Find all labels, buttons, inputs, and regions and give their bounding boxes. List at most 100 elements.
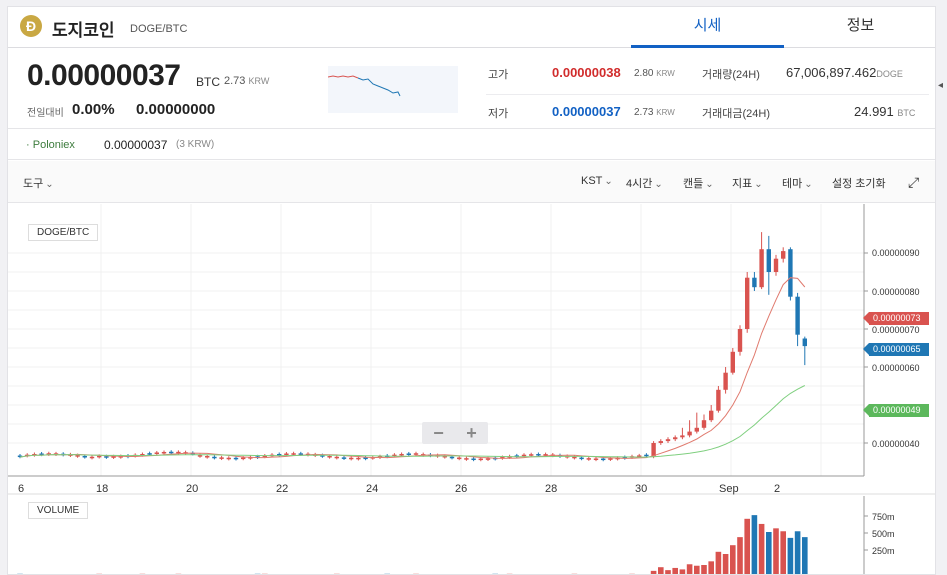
volume-bar	[701, 565, 707, 574]
candle-body	[399, 453, 404, 456]
exchange-name: · Poloniex	[26, 139, 75, 151]
volume-unit: DOGE	[876, 69, 903, 79]
candle-body	[104, 456, 109, 458]
zoom-out-button[interactable]: −	[422, 422, 455, 444]
low-krw-value: 2.73	[634, 107, 654, 118]
x-tick: 28	[545, 483, 558, 495]
price-tag-red: 0.00000073	[863, 312, 929, 325]
candle-body	[284, 453, 289, 456]
y-tick: 0.00000040	[872, 439, 920, 449]
candle-body	[737, 329, 743, 352]
candle-body	[781, 251, 786, 259]
candle-body	[536, 454, 541, 456]
low-krw: 2.73 KRW	[634, 107, 675, 118]
doge-coin-icon: Đ	[20, 15, 42, 37]
candle-body	[788, 249, 793, 297]
candle-body	[716, 389, 721, 411]
candle-body	[680, 435, 685, 438]
volume-bar	[744, 518, 750, 574]
volume-bar	[730, 545, 736, 574]
side-arrow-icon[interactable]: ◂	[938, 80, 947, 91]
candle-body	[241, 457, 246, 460]
candle-body	[572, 456, 577, 459]
high-krw: 2.80 KRW	[634, 68, 675, 79]
x-tick: 20	[186, 483, 199, 495]
candle-body	[349, 457, 354, 460]
candle-body	[644, 454, 649, 457]
x-tick: Sep	[719, 483, 739, 495]
change-label: 전일대비	[27, 108, 64, 119]
tab-market[interactable]: 시세	[631, 7, 784, 48]
fullscreen-icon[interactable]: ⤢	[908, 174, 919, 191]
candle-body	[701, 420, 707, 428]
high-krw-value: 2.80	[634, 68, 654, 79]
volume-bar	[650, 570, 657, 574]
candle-body	[169, 451, 174, 454]
volume-tick: 500m	[872, 529, 895, 539]
timezone-dropdown[interactable]: KST	[581, 175, 613, 187]
candle-body	[205, 455, 210, 458]
candle-body	[579, 457, 584, 460]
exchange-row[interactable]: · Poloniex 0.00000037 (3 KRW)	[8, 130, 935, 160]
y-tick: 0.00000060	[872, 363, 920, 373]
interval-dropdown[interactable]: 4시간	[626, 175, 663, 191]
stat-divider	[486, 94, 929, 95]
candle-body	[759, 249, 764, 288]
coin-header: Đ 도지코인 DOGE/BTC 시세 정보	[8, 7, 935, 48]
price-unit: BTC	[196, 75, 220, 89]
volume-bar	[802, 537, 808, 574]
tab-info[interactable]: 정보	[784, 7, 935, 48]
indicator-dropdown[interactable]: 지표	[732, 175, 763, 191]
volume-bar	[773, 528, 779, 574]
candle-body	[176, 451, 181, 454]
candle-body	[161, 451, 167, 454]
volume-bar	[686, 564, 693, 574]
candle-body	[709, 410, 714, 421]
theme-dropdown[interactable]: 테마	[782, 175, 813, 191]
candle-body	[75, 455, 80, 457]
exchange-krw: (3 KRW)	[176, 139, 215, 150]
high-value: 0.00000038	[552, 65, 621, 80]
price-krw: 2.73 KRW	[224, 75, 269, 87]
tools-dropdown[interactable]: 도구	[23, 175, 54, 191]
candle-body	[154, 452, 159, 454]
candle-body	[485, 458, 491, 460]
x-tick: 18	[96, 483, 109, 495]
zoom-controls: − +	[422, 422, 488, 444]
price-summary: 0.00000037 BTC 2.73 KRW 전일대비 0.00% 0.000…	[8, 49, 935, 129]
zoom-in-button[interactable]: +	[455, 422, 488, 444]
volume-bar	[722, 554, 729, 574]
candle-body	[233, 457, 239, 460]
volume-bar	[658, 567, 664, 574]
volume-bar	[737, 537, 743, 574]
candle-body	[673, 437, 678, 440]
candle-body	[478, 458, 483, 461]
candle-body	[586, 458, 591, 460]
exchange-price: 0.00000037	[104, 138, 168, 152]
candle-body	[82, 455, 87, 458]
x-tick: 30	[635, 483, 648, 495]
candle-body	[694, 427, 699, 432]
volume-bar	[694, 565, 700, 574]
candle-body	[601, 458, 606, 461]
candle-body	[651, 443, 656, 457]
low-krw-unit: KRW	[656, 108, 675, 117]
x-tick: 26	[455, 483, 468, 495]
current-price: 0.00000037	[27, 59, 181, 92]
y-tick: 0.00000090	[872, 248, 920, 258]
chart-type-dropdown[interactable]: 캔들	[683, 175, 714, 191]
x-tick: 22	[276, 483, 289, 495]
volume-bar	[679, 569, 686, 574]
chart-toolbar: 도구 KST 4시간 캔들 지표 테마 설정 초기화 ⤢	[8, 161, 935, 203]
reset-settings-button[interactable]: 설정 초기화	[832, 175, 888, 191]
low-label: 저가	[488, 108, 509, 120]
candle-body	[795, 296, 800, 335]
candle-body	[291, 453, 296, 455]
volume-bar	[787, 537, 794, 574]
volume-bar	[794, 531, 801, 574]
volume-number: 67,006,897.462	[786, 65, 877, 80]
price-chart[interactable]	[8, 204, 936, 575]
candle-body	[521, 454, 527, 457]
candle-body	[658, 441, 663, 443]
candle-body	[219, 457, 224, 459]
